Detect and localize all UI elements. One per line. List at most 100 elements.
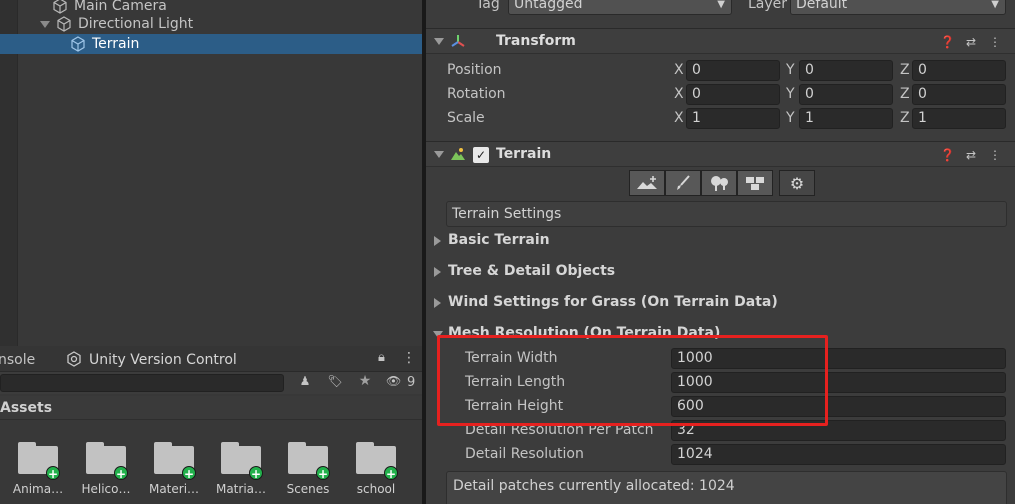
unity-version-control-icon: [67, 351, 81, 367]
favorite-star-icon[interactable]: ★: [354, 373, 376, 391]
terrain-component-icon: [451, 148, 465, 160]
gameobject-cube-icon: [53, 0, 67, 14]
filter-by-label-icon[interactable]: 🏷︎: [324, 374, 346, 392]
tab-console[interactable]: nsole: [0, 352, 35, 368]
foldout-arrow-icon[interactable]: [434, 38, 444, 45]
detail-resolution-per-patch-field[interactable]: 32: [671, 420, 1006, 441]
position-label: Position: [447, 62, 502, 78]
terrain-settings-tool-button[interactable]: ⚙: [779, 170, 815, 196]
asset-folder-school[interactable]: + school: [344, 442, 408, 496]
filter-by-type-icon[interactable]: ♟: [294, 374, 316, 392]
project-panel: nsole Unity Version Control 🔒︎ ⋮ ♟ 🏷︎ ★ …: [0, 346, 422, 504]
tag-dropdown[interactable]: Untagged ▼: [508, 0, 732, 15]
gameobject-cube-icon: [71, 36, 85, 52]
help-icon[interactable]: ❓: [940, 35, 955, 49]
add-badge-icon: +: [182, 466, 196, 481]
rotation-x-field[interactable]: 0: [686, 84, 780, 105]
asset-folder-matrials[interactable]: + Matria…: [209, 442, 273, 496]
transform-axes-icon: [451, 35, 465, 47]
terrain-height-field[interactable]: 600: [671, 396, 1006, 417]
position-y-field[interactable]: 0: [799, 60, 893, 81]
detail-resolution-field[interactable]: 1024: [671, 444, 1006, 465]
asset-folder-animations[interactable]: + Anima…: [6, 442, 70, 496]
paint-trees-tool-button[interactable]: [701, 170, 737, 196]
expand-arrow-icon[interactable]: [40, 19, 50, 29]
axis-x-label[interactable]: X: [674, 62, 684, 78]
assets-breadcrumb-bar: Assets: [0, 396, 422, 420]
asset-name: Matria…: [215, 482, 267, 496]
terrain-settings-label: Terrain Settings: [446, 201, 1007, 227]
foldout-arrow-icon[interactable]: [433, 331, 443, 338]
wind-settings-foldout[interactable]: Wind Settings for Grass (On Terrain Data…: [448, 294, 778, 310]
asset-folder-materials[interactable]: + Materi…: [142, 442, 206, 496]
tab-unity-version-control[interactable]: Unity Version Control: [89, 352, 237, 368]
help-icon[interactable]: ❓: [940, 148, 955, 162]
layer-dropdown[interactable]: Default ▼: [790, 0, 1006, 15]
scale-z-field[interactable]: 1: [912, 108, 1006, 129]
asset-name: Helico…: [81, 482, 131, 496]
project-search-input[interactable]: [0, 374, 284, 392]
preset-sliders-icon[interactable]: ⇄: [964, 35, 978, 49]
hidden-packages-eye-icon[interactable]: 👁︎: [386, 374, 401, 388]
terrain-length-field[interactable]: 1000: [671, 372, 1006, 393]
layer-value: Default: [796, 0, 848, 12]
hierarchy-item-terrain[interactable]: Terrain: [0, 34, 422, 54]
rotation-z-field[interactable]: 0: [912, 84, 1006, 105]
position-z-field[interactable]: 0: [912, 60, 1006, 81]
axis-x-label[interactable]: X: [674, 86, 684, 102]
terrain-title: Terrain: [496, 146, 552, 162]
foldout-arrow-icon[interactable]: [434, 267, 441, 277]
tree-detail-foldout[interactable]: Tree & Detail Objects: [448, 263, 615, 279]
asset-folder-helicopter[interactable]: + Helico…: [74, 442, 138, 496]
layer-label: Layer: [748, 0, 788, 12]
paint-details-tool-button[interactable]: [737, 170, 773, 196]
position-x-field[interactable]: 0: [686, 60, 780, 81]
assets-breadcrumb[interactable]: Assets: [0, 400, 52, 416]
axis-y-label[interactable]: Y: [786, 62, 795, 78]
enabled-checkbox[interactable]: ✓: [473, 147, 489, 163]
project-toolbar: ♟ 🏷︎ ★ 👁︎ 9: [0, 372, 422, 394]
chevron-down-icon: ▼: [717, 0, 725, 10]
transform-header[interactable]: Transform ❓ ⇄ ⋮: [426, 28, 1015, 54]
scale-y-field[interactable]: 1: [799, 108, 893, 129]
preset-sliders-icon[interactable]: ⇄: [964, 148, 978, 162]
axis-z-label[interactable]: Z: [900, 110, 910, 126]
add-badge-icon: +: [46, 466, 60, 481]
folder-icon: +: [221, 442, 263, 481]
paint-texture-tool-button[interactable]: [665, 170, 701, 196]
lock-icon[interactable]: 🔒︎: [378, 350, 385, 365]
more-options-icon[interactable]: ⋮: [988, 35, 1002, 49]
asset-name: Scenes: [286, 482, 330, 496]
transform-title: Transform: [496, 33, 576, 49]
axis-x-label[interactable]: X: [674, 110, 684, 126]
asset-name: Materi…: [148, 482, 200, 496]
axis-y-label[interactable]: Y: [786, 86, 795, 102]
add-badge-icon: +: [384, 466, 398, 481]
more-options-icon[interactable]: ⋮: [402, 350, 416, 366]
axis-z-label[interactable]: Z: [900, 62, 910, 78]
asset-folder-scenes[interactable]: + Scenes: [276, 442, 340, 496]
more-options-icon[interactable]: ⋮: [988, 148, 1002, 162]
asset-name: Anima…: [12, 482, 64, 496]
chevron-down-icon: ▼: [991, 0, 999, 10]
paint-brush-icon: [677, 175, 690, 190]
foldout-arrow-icon[interactable]: [434, 236, 441, 246]
folder-icon: +: [288, 442, 330, 481]
detail-patches-info-box: Detail patches currently allocated: 1024: [446, 471, 1007, 504]
foldout-arrow-icon[interactable]: [434, 298, 441, 308]
paint-details-icon: [746, 177, 764, 190]
terrain-width-field[interactable]: 1000: [671, 348, 1006, 369]
axis-z-label[interactable]: Z: [900, 86, 910, 102]
axis-y-label[interactable]: Y: [786, 110, 795, 126]
foldout-arrow-icon[interactable]: [434, 151, 444, 158]
raise-terrain-tool-button[interactable]: [629, 170, 665, 196]
basic-terrain-foldout[interactable]: Basic Terrain: [448, 232, 550, 248]
rotation-y-field[interactable]: 0: [799, 84, 893, 105]
bottom-tab-bar: nsole Unity Version Control 🔒︎ ⋮: [0, 346, 422, 372]
scale-x-field[interactable]: 1: [686, 108, 780, 129]
hierarchy-item-directional-light[interactable]: Directional Light: [0, 14, 422, 34]
hierarchy-item-label: Terrain: [92, 36, 140, 52]
mesh-resolution-foldout[interactable]: Mesh Resolution (On Terrain Data): [448, 325, 720, 341]
terrain-height-label: Terrain Height: [465, 398, 564, 414]
terrain-header[interactable]: ✓ Terrain ❓ ⇄ ⋮: [426, 141, 1015, 167]
